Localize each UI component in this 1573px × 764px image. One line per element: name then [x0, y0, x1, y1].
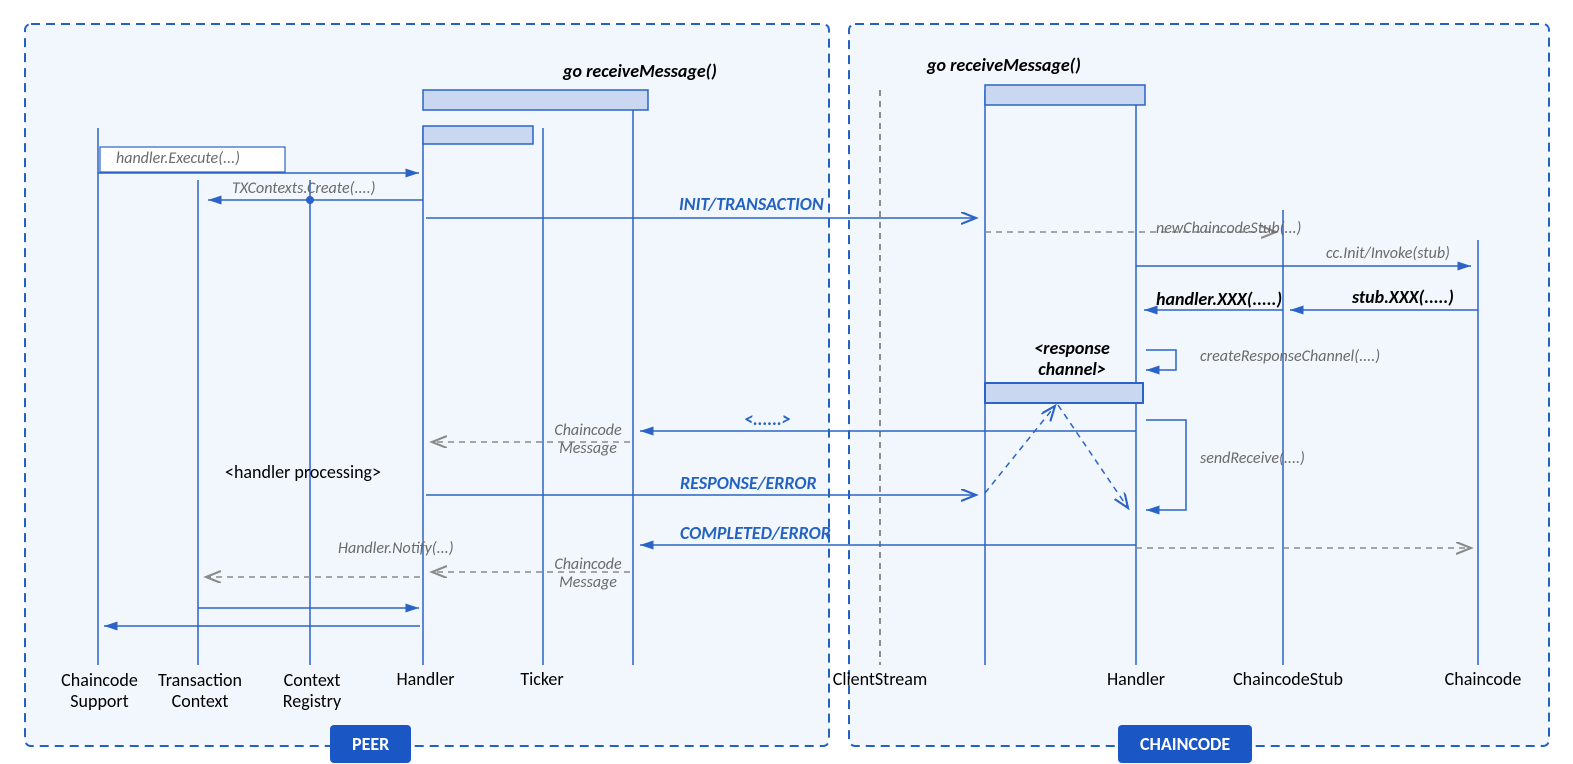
- lifeline-label-clientstream: ClientStream: [820, 670, 940, 690]
- activation-go-recv-cc: [985, 85, 1145, 105]
- label-cc-init: cc.Init/Invoke(stub): [1326, 245, 1450, 263]
- label-go-recv-peer: go receiveMessage(): [563, 62, 717, 82]
- label-response-error: RESPONSE/ERROR: [680, 474, 817, 494]
- label-init-transaction: INIT/TRANSACTION: [679, 195, 824, 215]
- activation-handler-ticker: [423, 126, 533, 144]
- label-response-channel: <responsechannel>: [1002, 338, 1142, 379]
- label-handler-notify: Handler.Notify(...): [338, 540, 454, 558]
- badge-chaincode: CHAINCODE: [1118, 725, 1252, 763]
- label-go-recv-cc: go receiveMessage(): [927, 56, 1081, 76]
- label-handler-processing: <handler processing>: [225, 463, 381, 483]
- label-completed-error: COMPLETED/ERROR: [680, 524, 831, 544]
- lifeline-label-ticker: Ticker: [502, 670, 582, 690]
- lifeline-label-chaincode: Chaincode: [1428, 670, 1538, 690]
- label-cc-msg-2: ChaincodeMessage: [542, 556, 634, 593]
- label-txcontexts-create: TXContexts.Create(....): [232, 180, 375, 198]
- label-send-receive: sendReceive(....): [1200, 450, 1305, 468]
- diagram-svg: [0, 0, 1573, 764]
- chaincode-box: [849, 24, 1549, 746]
- label-create-response-channel: createResponseChannel(....): [1200, 348, 1380, 366]
- label-new-stub: newChaincodeStub(...): [1156, 220, 1301, 238]
- lifeline-label-context-registry: ContextRegistry: [272, 670, 352, 711]
- activation-go-recv-peer: [423, 90, 648, 110]
- lifeline-label-handler-peer: Handler: [388, 670, 463, 690]
- lifeline-label-transaction-context: TransactionContext: [150, 670, 250, 711]
- label-stub-xxx: stub.XXX(.....): [1352, 288, 1454, 308]
- lifeline-label-chaincode-support: ChaincodeSupport: [52, 670, 147, 711]
- label-handler-execute: handler.Execute(...): [116, 150, 240, 168]
- activation-response-channel: [985, 383, 1143, 403]
- label-cc-msg-1: ChaincodeMessage: [542, 422, 634, 459]
- label-dots-msg: <......>: [744, 410, 791, 430]
- badge-peer: PEER: [330, 725, 411, 763]
- label-handler-xxx: handler.XXX(.....): [1156, 290, 1282, 310]
- lifeline-label-handler-cc: Handler: [1096, 670, 1176, 690]
- lifeline-label-chaincode-stub: ChaincodeStub: [1218, 670, 1358, 690]
